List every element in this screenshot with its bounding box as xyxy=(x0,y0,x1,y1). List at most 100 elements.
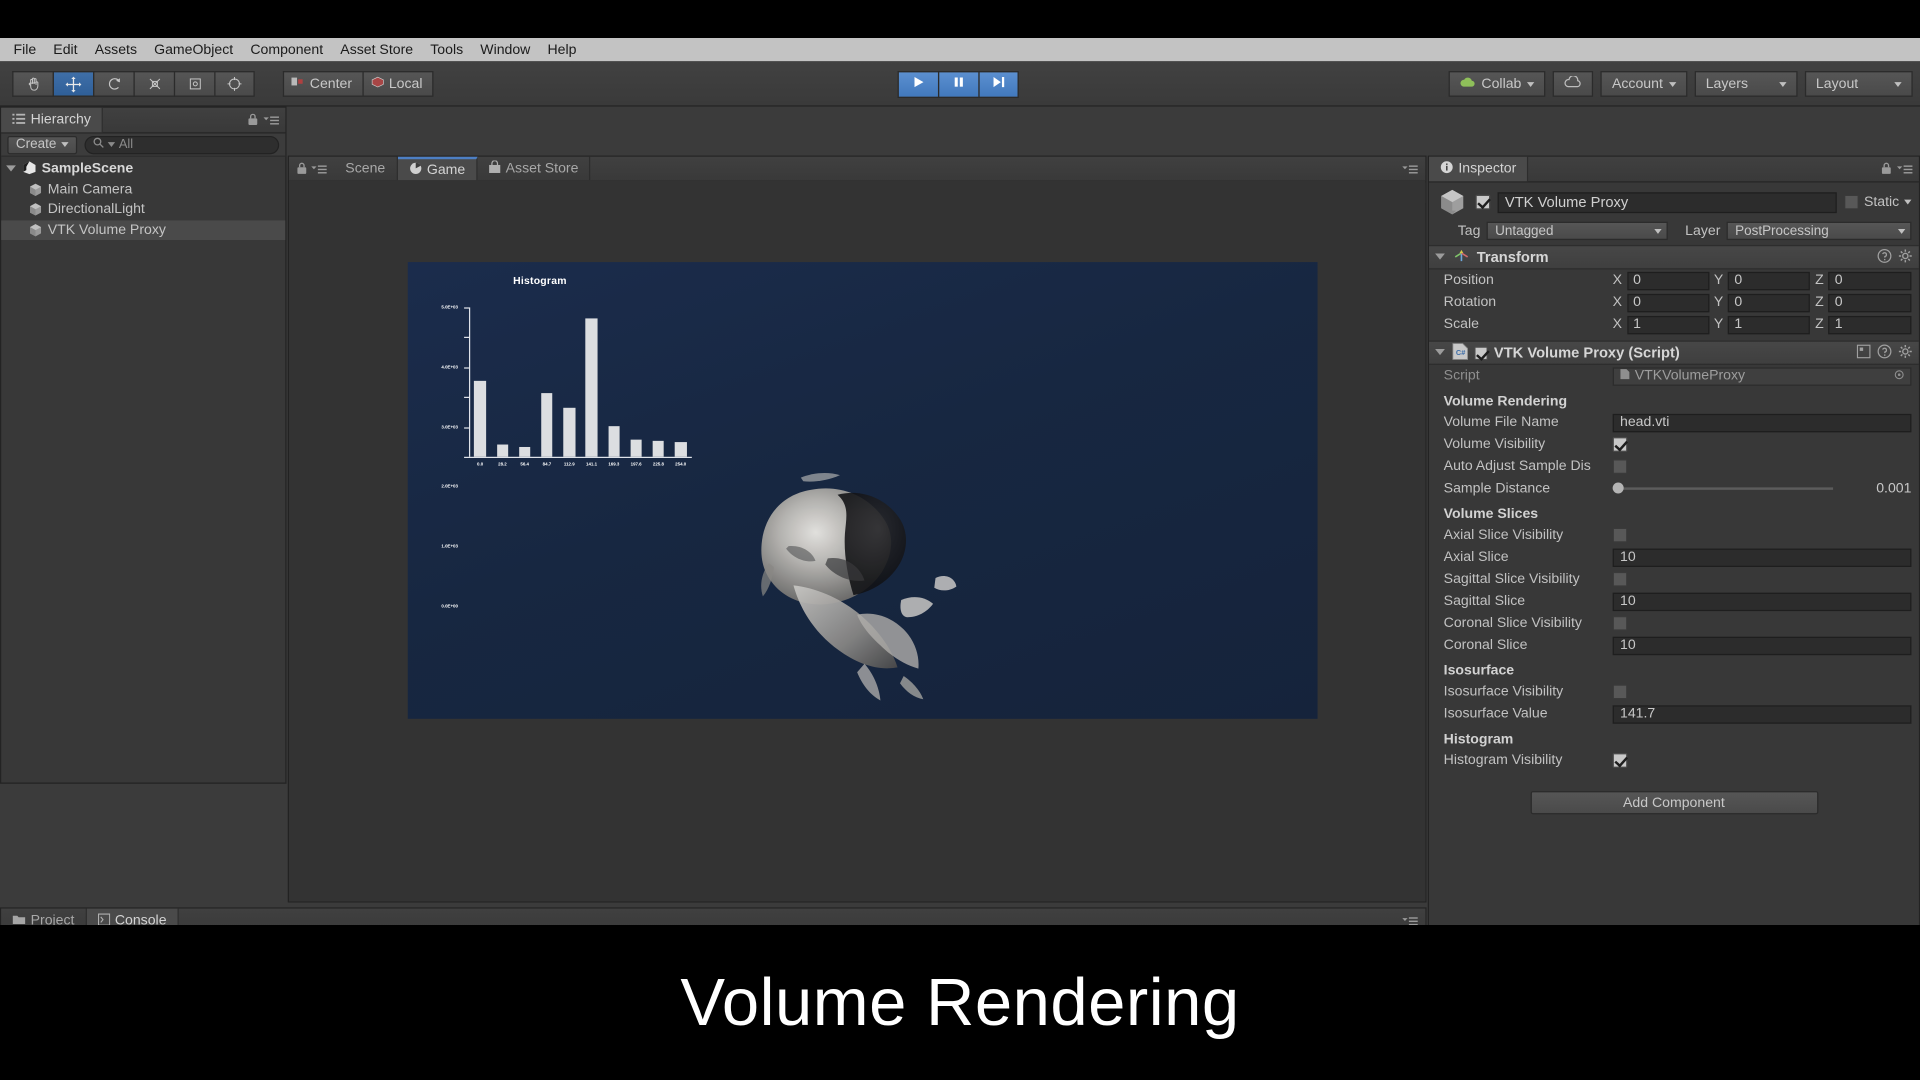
hierarchy-scene-row[interactable]: SampleScene xyxy=(1,159,285,179)
step-button[interactable] xyxy=(978,71,1019,99)
hand-tool-button[interactable] xyxy=(12,71,53,97)
script-enabled-checkbox[interactable] xyxy=(1474,345,1488,360)
menu-item-edit[interactable]: Edit xyxy=(45,40,86,60)
hierarchy-menu-icon[interactable] xyxy=(263,110,279,132)
static-toggle[interactable]: Static xyxy=(1844,194,1912,210)
lock-icon[interactable] xyxy=(247,110,258,132)
add-component-button[interactable]: Add Component xyxy=(1530,791,1818,815)
hierarchy-search-placeholder: All xyxy=(118,137,134,152)
menu-item-component[interactable]: Component xyxy=(242,40,332,60)
menu-item-gameobject[interactable]: GameObject xyxy=(146,40,242,60)
help-icon[interactable] xyxy=(1877,343,1892,362)
axial-slice-input[interactable]: 10 xyxy=(1612,548,1912,567)
object-picker-icon[interactable] xyxy=(1894,369,1904,384)
script-component-header[interactable]: C# VTK Volume Proxy (Script) xyxy=(1428,340,1919,365)
coronal-slice-visibility-checkbox[interactable] xyxy=(1612,615,1628,631)
scale-z-field[interactable]: 1 xyxy=(1828,315,1912,334)
position-y-field[interactable]: 0 xyxy=(1728,271,1811,290)
chevron-down-icon[interactable] xyxy=(1904,199,1912,205)
auto-adjust-sample-distance-checkbox[interactable] xyxy=(1612,459,1628,474)
position-z[interactable]: Z 0 xyxy=(1815,271,1912,290)
pivot-center-button[interactable]: Center xyxy=(282,71,362,97)
transform-component-header[interactable]: Transform xyxy=(1428,244,1919,270)
menu-item-assets[interactable]: Assets xyxy=(86,40,145,60)
preset-icon[interactable] xyxy=(1856,344,1871,362)
layout-button[interactable]: Layout xyxy=(1804,71,1913,97)
chevron-down-icon[interactable] xyxy=(1435,347,1446,358)
layer-dropdown[interactable]: PostProcessing xyxy=(1726,221,1912,241)
rotation-y-field[interactable]: 0 xyxy=(1728,293,1811,312)
isosurface-value-input[interactable]: 141.7 xyxy=(1612,704,1912,724)
gear-icon[interactable] xyxy=(1898,344,1913,362)
lock-icon[interactable] xyxy=(296,159,307,181)
menu-item-asset-store[interactable]: Asset Store xyxy=(332,40,422,60)
game-render-surface[interactable]: Histogram 0.0E+00 1.0E+03 2.0E+03 3.0E+03 4.… xyxy=(407,262,1318,719)
rotation-x[interactable]: X 0 xyxy=(1613,293,1710,312)
create-button[interactable]: Create xyxy=(7,135,78,154)
sidebar-item-directional-light[interactable]: DirectionalLight xyxy=(1,200,285,220)
menu-item-tools[interactable]: Tools xyxy=(422,40,472,60)
position-z-field[interactable]: 0 xyxy=(1828,271,1912,290)
pause-button[interactable] xyxy=(937,71,979,99)
scale-y-field[interactable]: 1 xyxy=(1728,315,1811,334)
histogram-visibility-checkbox[interactable] xyxy=(1612,753,1628,768)
position-x-field[interactable]: 0 xyxy=(1626,271,1710,290)
account-button[interactable]: Account xyxy=(1600,71,1688,97)
game-view-menu-icon[interactable] xyxy=(311,159,327,181)
lock-icon[interactable] xyxy=(1881,159,1892,181)
help-icon[interactable] xyxy=(1877,248,1892,266)
coronal-slice-input[interactable]: 10 xyxy=(1612,636,1912,655)
chevron-down-icon[interactable] xyxy=(1435,252,1446,263)
sagittal-slice-visibility-checkbox[interactable] xyxy=(1612,571,1628,587)
sidebar-item-vtk-volume-proxy[interactable]: VTK Volume Proxy xyxy=(1,219,286,241)
position-y[interactable]: Y 0 xyxy=(1714,271,1811,290)
tab-game[interactable]: Game xyxy=(397,156,478,182)
cloud-button[interactable] xyxy=(1553,71,1594,97)
scale-tool-button[interactable] xyxy=(133,71,174,97)
play-button[interactable] xyxy=(897,71,938,99)
pivot-local-button[interactable]: Local xyxy=(361,71,434,97)
menu-item-help[interactable]: Help xyxy=(539,40,585,60)
game-view-options-icon[interactable] xyxy=(1402,159,1425,181)
scale-z[interactable]: Z 1 xyxy=(1815,315,1912,334)
menu-item-window[interactable]: Window xyxy=(472,40,539,60)
inspector-menu-icon[interactable] xyxy=(1896,159,1913,181)
move-tool-button[interactable] xyxy=(52,71,94,97)
static-checkbox[interactable] xyxy=(1844,194,1860,210)
rotation-y[interactable]: Y 0 xyxy=(1714,293,1811,312)
hierarchy-search-input[interactable]: All xyxy=(84,135,280,154)
sample-distance-knob[interactable] xyxy=(1612,482,1624,494)
volume-visibility-checkbox[interactable] xyxy=(1612,437,1628,452)
script-object-field[interactable]: VTKVolumeProxy xyxy=(1612,366,1912,386)
tab-inspector[interactable]: Inspector xyxy=(1428,156,1529,182)
axial-slice-visibility-checkbox[interactable] xyxy=(1612,527,1628,543)
rect-tool-button[interactable] xyxy=(173,71,215,97)
scale-x[interactable]: X 1 xyxy=(1613,315,1710,334)
tab-hierarchy[interactable]: Hierarchy xyxy=(1,107,104,133)
transform-tool-button[interactable] xyxy=(214,71,255,97)
tab-scene[interactable]: Scene xyxy=(334,156,398,182)
chevron-down-icon[interactable] xyxy=(6,164,17,175)
scale-x-field[interactable]: 1 xyxy=(1626,315,1710,334)
rotation-z-field[interactable]: 0 xyxy=(1828,293,1912,312)
position-x[interactable]: X 0 xyxy=(1613,271,1710,290)
scale-y[interactable]: Y 1 xyxy=(1714,315,1811,334)
rotate-tool-button[interactable] xyxy=(93,71,134,97)
volume-file-name-input[interactable]: head.vti xyxy=(1612,413,1912,432)
gear-icon[interactable] xyxy=(1898,248,1913,266)
rotation-x-field[interactable]: 0 xyxy=(1626,293,1710,312)
sample-distance-slider[interactable]: 0.001 xyxy=(1612,481,1911,496)
layers-button[interactable]: Layers xyxy=(1694,71,1798,97)
gameobject-name-field[interactable]: VTK Volume Proxy xyxy=(1497,191,1838,213)
gameobject-enabled-checkbox[interactable] xyxy=(1475,194,1491,210)
menu-item-file[interactable]: File xyxy=(5,40,45,60)
sidebar-item-main-camera[interactable]: Main Camera xyxy=(1,179,285,199)
isosurface-visibility-checkbox[interactable] xyxy=(1612,684,1628,700)
tab-asset-store[interactable]: Asset Store xyxy=(477,156,591,182)
sample-distance-track[interactable] xyxy=(1612,482,1834,494)
tag-dropdown[interactable]: Untagged xyxy=(1486,221,1668,241)
rotation-z[interactable]: Z 0 xyxy=(1815,293,1912,312)
sagittal-slice-input[interactable]: 10 xyxy=(1612,592,1912,611)
scale-vector: X 1 Y 1 Z 1 xyxy=(1613,315,1912,334)
collab-button[interactable]: Collab xyxy=(1448,71,1546,97)
